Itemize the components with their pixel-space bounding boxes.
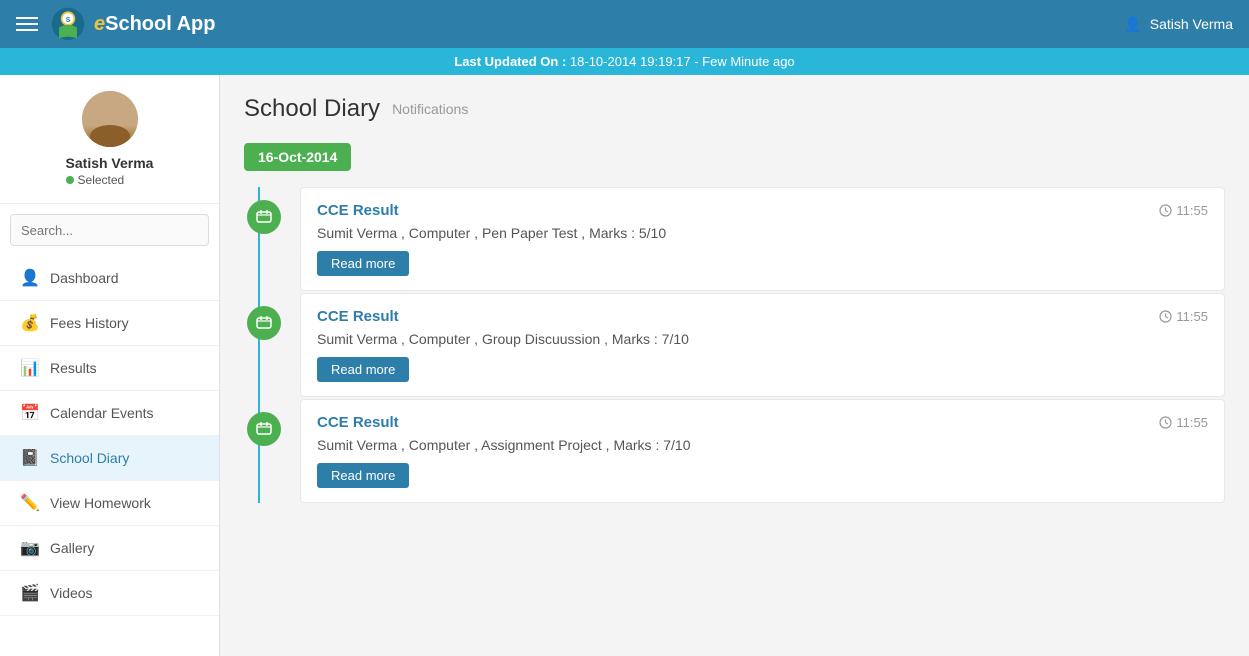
- header-username: Satish Verma: [1150, 16, 1233, 32]
- user-section: Satish Verma Selected: [0, 75, 219, 204]
- entry-title-3: CCE Result: [317, 414, 399, 431]
- sidebar-item-dashboard[interactable]: 👤 Dashboard: [0, 256, 219, 301]
- update-datetime: 18-10-2014 19:19:17 - Few Minute ago: [570, 54, 795, 69]
- calendar-events-icon: 📅: [20, 403, 38, 423]
- search-button[interactable]: 🔍: [207, 215, 209, 245]
- avatar: [82, 91, 138, 147]
- entry-header-3: CCE Result 11:55: [317, 414, 1208, 431]
- entry-time-2: 11:55: [1159, 309, 1208, 324]
- view-homework-icon: ✏️: [20, 493, 38, 513]
- app-title: eSchool App: [94, 13, 216, 36]
- entry-description-2: Sumit Verma , Computer , Group Discuussi…: [317, 331, 1208, 347]
- timeline-item-1: CCE Result 11:55 Sumit Verma , Computer …: [300, 187, 1225, 291]
- entry-description-3: Sumit Verma , Computer , Assignment Proj…: [317, 437, 1208, 453]
- status-label: Selected: [78, 173, 125, 187]
- sidebar-item-results[interactable]: 📊 Results: [0, 346, 219, 391]
- entry-title-1: CCE Result: [317, 202, 399, 219]
- timeline-icon-1: [247, 200, 281, 234]
- user-status: Selected: [66, 173, 154, 187]
- sidebar-nav: 👤 Dashboard 💰 Fees History 📊 Results 📅 C…: [0, 256, 219, 616]
- gallery-icon: 📷: [20, 538, 38, 558]
- sidebar-username: Satish Verma: [66, 155, 154, 171]
- sidebar-item-fees-history[interactable]: 💰 Fees History: [0, 301, 219, 346]
- svg-text:S: S: [66, 15, 71, 24]
- timeline: CCE Result 11:55 Sumit Verma , Computer …: [258, 187, 1225, 503]
- read-more-button-1[interactable]: Read more: [317, 251, 409, 276]
- fees-history-icon: 💰: [20, 313, 38, 333]
- read-more-button-3[interactable]: Read more: [317, 463, 409, 488]
- page-title: School Diary: [244, 95, 380, 123]
- app-logo-icon: S: [50, 6, 86, 42]
- status-dot-icon: [66, 176, 74, 184]
- user-info: Satish Verma Selected: [66, 155, 154, 187]
- page-subtitle: Notifications: [392, 101, 468, 117]
- search-box[interactable]: 🔍: [10, 214, 209, 246]
- sidebar-item-label: Calendar Events: [50, 405, 154, 421]
- entry-description-1: Sumit Verma , Computer , Pen Paper Test …: [317, 225, 1208, 241]
- sidebar-item-label: Videos: [50, 585, 93, 601]
- header-left: S eSchool App: [16, 6, 216, 42]
- sidebar-item-label: Dashboard: [50, 270, 119, 286]
- search-input[interactable]: [11, 216, 207, 245]
- page-header: School Diary Notifications: [244, 95, 1225, 123]
- videos-icon: 🎬: [20, 583, 38, 603]
- sidebar-item-calendar-events[interactable]: 📅 Calendar Events: [0, 391, 219, 436]
- app-header: S eSchool App 👤 Satish Verma: [0, 0, 1249, 48]
- timeline-item-2: CCE Result 11:55 Sumit Verma , Computer …: [300, 293, 1225, 397]
- entry-header-2: CCE Result 11:55: [317, 308, 1208, 325]
- timeline-icon-3: [247, 412, 281, 446]
- sidebar-item-label: School Diary: [50, 450, 129, 466]
- entry-title-2: CCE Result: [317, 308, 399, 325]
- date-badge: 16-Oct-2014: [244, 143, 351, 171]
- sidebar-item-gallery[interactable]: 📷 Gallery: [0, 526, 219, 571]
- main-content: School Diary Notifications 16-Oct-2014 C…: [220, 75, 1249, 656]
- sidebar-item-label: Results: [50, 360, 97, 376]
- update-label: Last Updated On :: [454, 54, 566, 69]
- entry-time-3: 11:55: [1159, 415, 1208, 430]
- user-icon: 👤: [1124, 16, 1141, 33]
- sidebar-item-school-diary[interactable]: 📓 School Diary: [0, 436, 219, 481]
- timeline-item-3: CCE Result 11:55 Sumit Verma , Computer …: [300, 399, 1225, 503]
- sidebar-item-label: Gallery: [50, 540, 94, 556]
- sidebar-item-label: View Homework: [50, 495, 151, 511]
- update-bar: Last Updated On : 18-10-2014 19:19:17 - …: [0, 48, 1249, 75]
- sidebar: Satish Verma Selected 🔍 👤 Dashboard 💰 Fe…: [0, 75, 220, 656]
- school-diary-icon: 📓: [20, 448, 38, 468]
- timeline-icon-2: [247, 306, 281, 340]
- hamburger-menu[interactable]: [16, 17, 38, 31]
- entry-header-1: CCE Result 11:55: [317, 202, 1208, 219]
- results-icon: 📊: [20, 358, 38, 378]
- sidebar-item-view-homework[interactable]: ✏️ View Homework: [0, 481, 219, 526]
- entry-time-1: 11:55: [1159, 203, 1208, 218]
- sidebar-item-label: Fees History: [50, 315, 129, 331]
- logo-area: S eSchool App: [50, 6, 216, 42]
- header-user-area: 👤 Satish Verma: [1124, 16, 1233, 33]
- sidebar-item-videos[interactable]: 🎬 Videos: [0, 571, 219, 616]
- read-more-button-2[interactable]: Read more: [317, 357, 409, 382]
- dashboard-icon: 👤: [20, 268, 38, 288]
